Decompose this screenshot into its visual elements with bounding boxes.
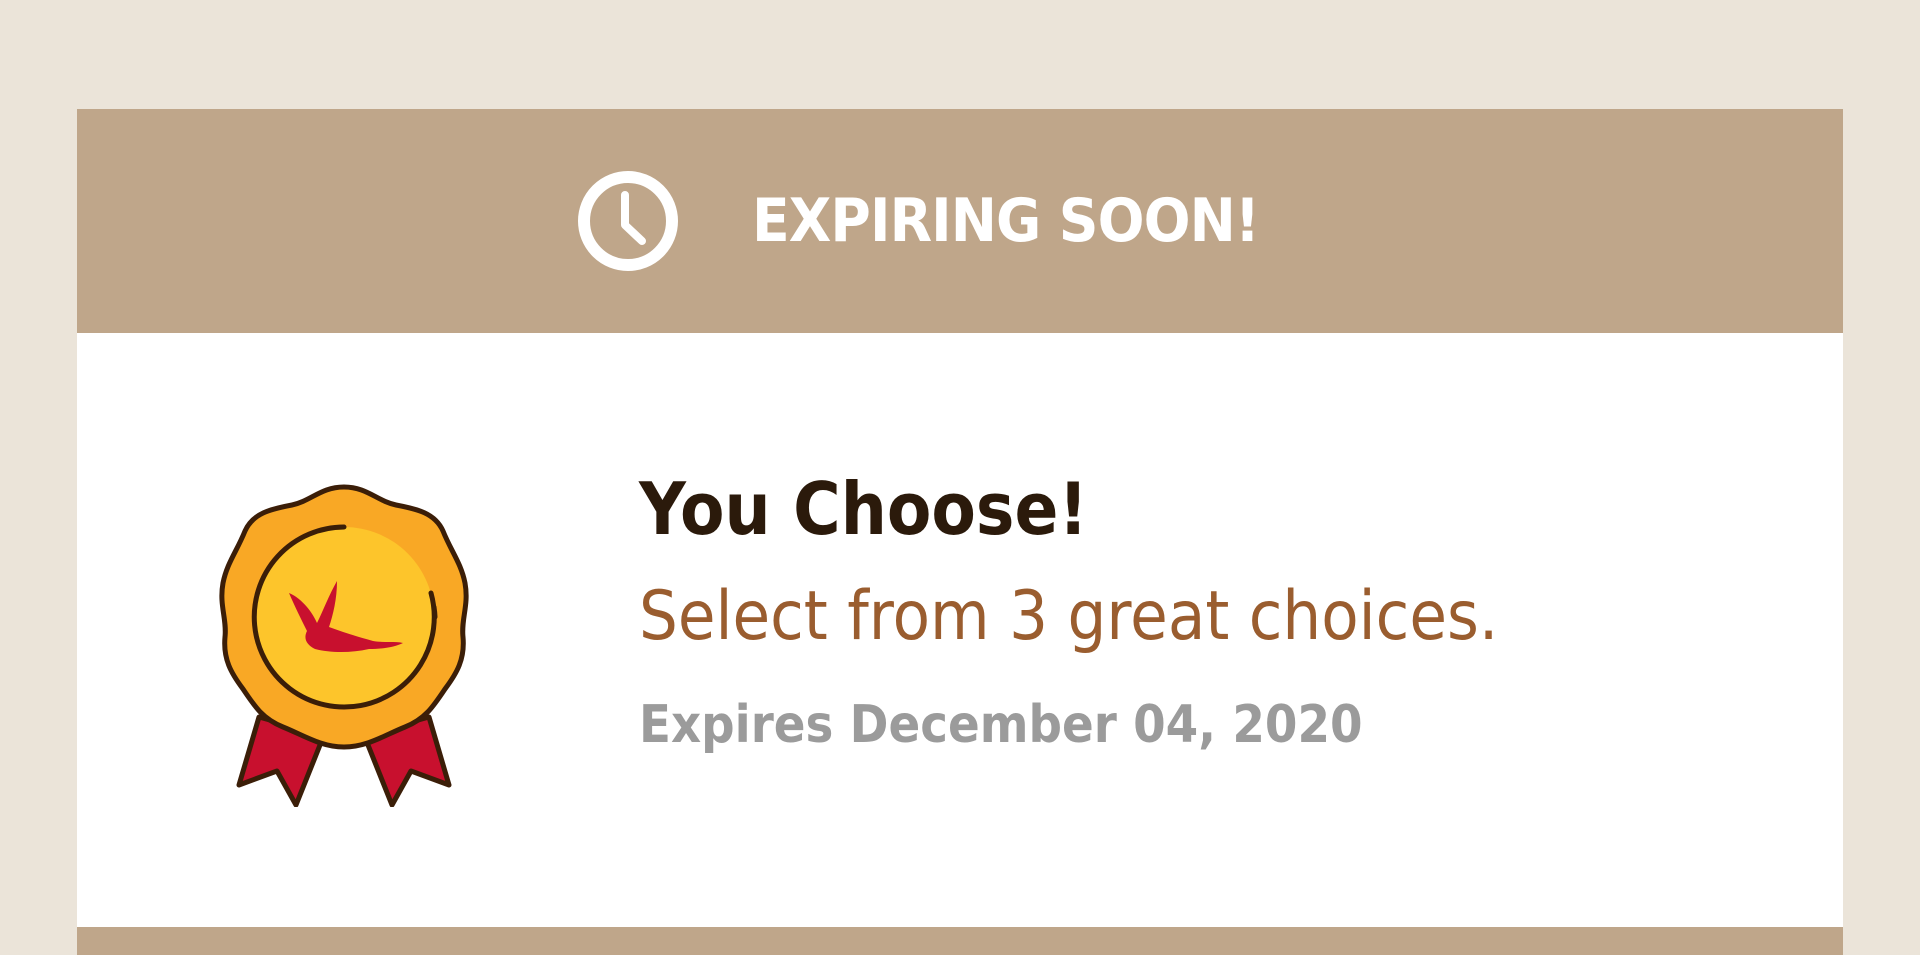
banner-title: EXPIRING SOON!: [752, 186, 1260, 256]
banner-content: EXPIRING SOON!: [576, 169, 1303, 273]
clock-icon: [578, 171, 679, 271]
expiring-banner: EXPIRING SOON!: [77, 109, 1843, 333]
offer-content[interactable]: You Choose! Select from 3 great choices.…: [77, 333, 1843, 927]
award-badge-icon: [219, 484, 469, 807]
offer-card[interactable]: EXPIRING SOON! You Choose! Select from 3…: [77, 109, 1843, 955]
offer-title: You Choose!: [639, 467, 1088, 551]
offer-text: You Choose! Select from 3 great choices.…: [639, 473, 1594, 751]
card-footer-bar: [77, 927, 1843, 955]
offer-subtitle: Select from 3 great choices.: [639, 577, 1499, 656]
offer-expiry-date: Expires December 04, 2020: [639, 695, 1363, 755]
